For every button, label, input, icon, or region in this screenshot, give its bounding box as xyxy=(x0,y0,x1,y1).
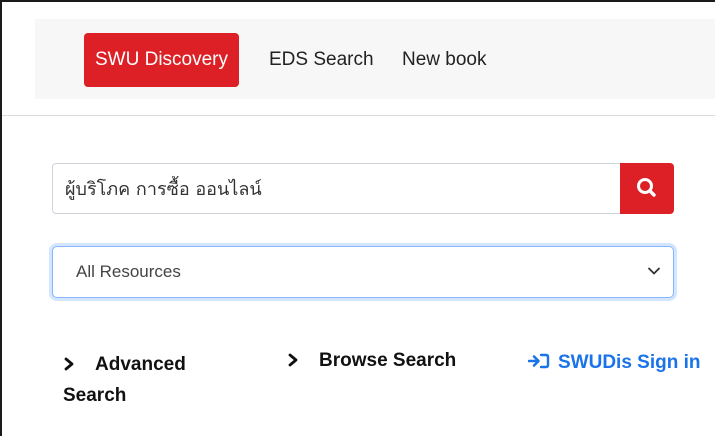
sign-in-label: SWUDis Sign in xyxy=(558,352,701,373)
sign-in-icon xyxy=(528,353,550,369)
advanced-search-label: Advanced Search xyxy=(63,354,186,406)
search-button[interactable] xyxy=(620,163,674,214)
resource-select-value: All Resources xyxy=(76,262,181,281)
browse-search-link[interactable]: Browse Search xyxy=(287,349,456,373)
chevron-down-icon xyxy=(648,267,660,275)
search-input[interactable] xyxy=(52,163,621,214)
chevron-right-icon xyxy=(64,357,74,371)
tab-new-book[interactable]: New book xyxy=(391,33,498,87)
resource-select[interactable]: All Resources xyxy=(52,246,674,298)
chevron-right-icon xyxy=(288,353,298,367)
tab-swu-discovery[interactable]: SWU Discovery xyxy=(84,33,240,87)
search-icon xyxy=(637,178,656,197)
advanced-search-link[interactable]: Advanced Search xyxy=(63,349,253,411)
sign-in-link[interactable]: SWUDis Sign in xyxy=(528,351,701,375)
search-group xyxy=(52,163,674,214)
tab-eds-search[interactable]: EDS Search xyxy=(258,33,385,87)
browse-search-label: Browse Search xyxy=(319,350,457,371)
